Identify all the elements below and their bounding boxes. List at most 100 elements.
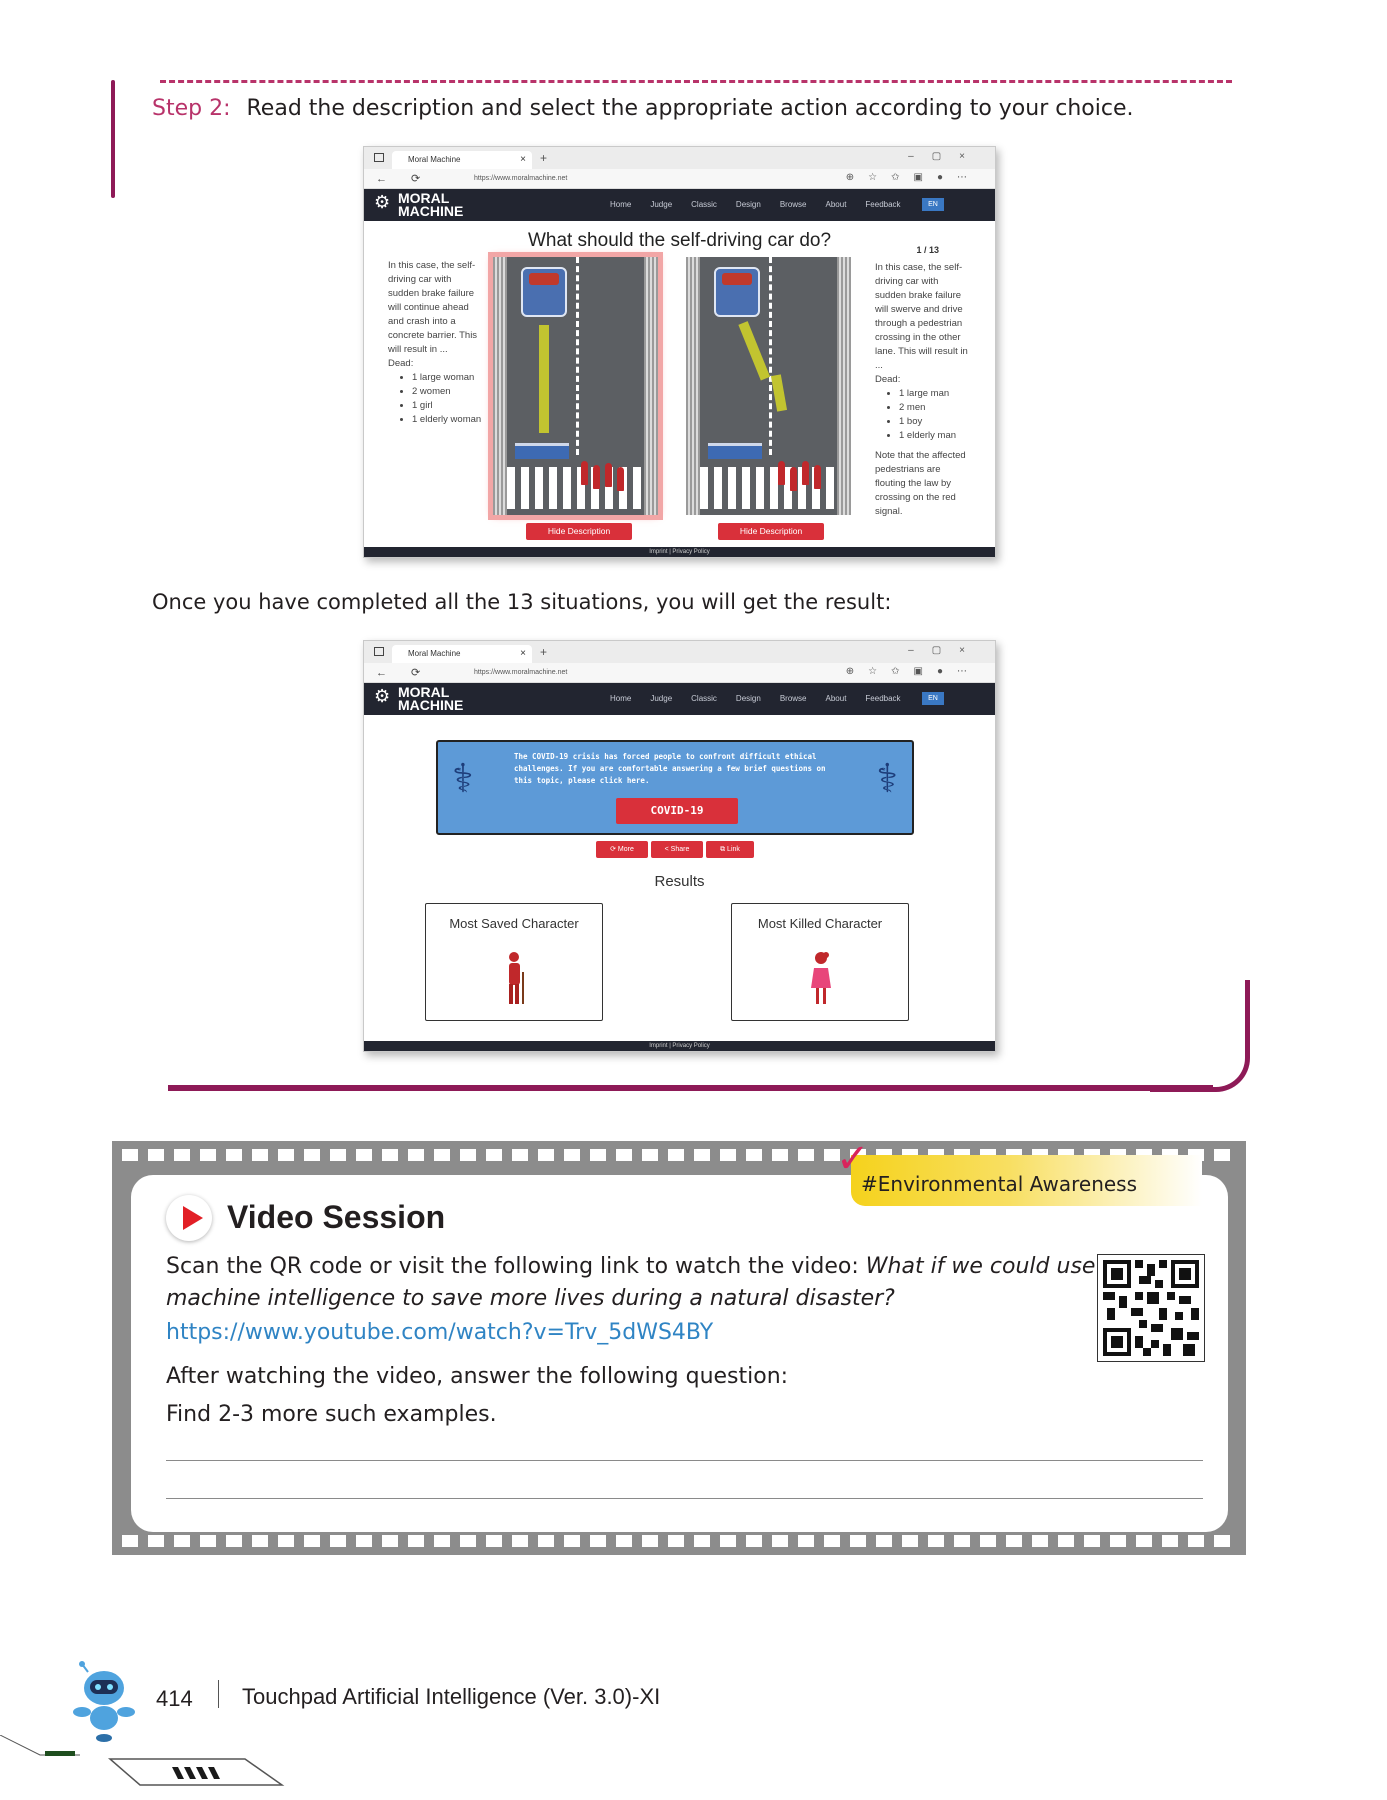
- moral-machine-logo[interactable]: ⚙ MORAL MACHINE: [374, 685, 464, 713]
- right-curved-border: [1150, 980, 1250, 1092]
- link-button[interactable]: ⧉ Link: [706, 841, 754, 858]
- tab-actions-icon[interactable]: [374, 647, 384, 656]
- self-driving-car: [714, 267, 760, 317]
- concrete-barrier: [515, 443, 569, 459]
- logo-line-2: MACHINE: [398, 203, 464, 219]
- url-field[interactable]: https://www.moralmachine.net: [474, 175, 567, 182]
- site-footer[interactable]: Imprint | Privacy Policy: [364, 547, 995, 557]
- left-dead-label: Dead:: [388, 358, 414, 369]
- tab-title: Moral Machine: [408, 155, 461, 164]
- footer-decoration: [0, 1735, 285, 1786]
- more-button[interactable]: ⟳ More: [596, 841, 648, 858]
- browser-tab[interactable]: Moral Machine ×: [392, 151, 532, 169]
- language-button[interactable]: EN: [922, 692, 944, 705]
- browser-tools-icon[interactable]: ⊕☆✩▣●⋯: [846, 172, 981, 183]
- site-footer[interactable]: Imprint | Privacy Policy: [364, 1041, 995, 1051]
- pedestrian-figure: [605, 463, 612, 487]
- scenario-option-left[interactable]: [488, 252, 663, 520]
- covid-banner: ⚕ ⚕ The COVID-19 crisis has forced peopl…: [436, 740, 914, 835]
- lane-divider: [768, 257, 772, 455]
- nav-about[interactable]: About: [826, 694, 847, 703]
- right-desc-text: In this case, the self-driving car with …: [875, 262, 968, 371]
- nav-classic[interactable]: Classic: [691, 694, 717, 703]
- new-tab-icon[interactable]: +: [540, 151, 547, 165]
- nav-feedback[interactable]: Feedback: [865, 694, 900, 703]
- guard-rail: [686, 257, 700, 515]
- window-controls-icon[interactable]: –▢×: [908, 151, 983, 162]
- close-tab-icon[interactable]: ×: [520, 154, 526, 165]
- nav-about[interactable]: About: [826, 200, 847, 209]
- list-item: 1 boy: [899, 415, 969, 429]
- address-bar: ←⟳ https://www.moralmachine.net ⊕☆✩▣●⋯: [364, 663, 995, 683]
- results-title: Results: [654, 873, 705, 890]
- browser-tab[interactable]: Moral Machine ×: [392, 645, 532, 663]
- covid-button[interactable]: COVID-19: [616, 798, 738, 824]
- video-title-line: machine intelligence to save more lives …: [166, 1286, 895, 1311]
- covid-text: The COVID-19 crisis has forced people to…: [514, 752, 826, 785]
- browser-tab-bar: Moral Machine × + –▢×: [364, 641, 995, 663]
- pedestrian-figure: [778, 461, 785, 485]
- bottom-accent-bar: [168, 1085, 1213, 1091]
- qr-code[interactable]: [1097, 1254, 1205, 1362]
- judge-screenshot: Moral Machine × + –▢× ←⟳ https://www.mor…: [363, 146, 996, 558]
- hide-description-button-left[interactable]: Hide Description: [526, 523, 632, 540]
- guard-rail: [493, 257, 507, 515]
- list-item: 2 women: [412, 385, 484, 399]
- step-text: Read the description and select the appr…: [246, 96, 1134, 121]
- left-desc-text: In this case, the self-driving car with …: [388, 260, 478, 355]
- list-item: 1 elderly man: [899, 429, 969, 443]
- nav-browse[interactable]: Browse: [780, 694, 807, 703]
- moral-machine-logo[interactable]: ⚙ MORAL MACHINE: [374, 191, 464, 219]
- browser-tools-icon[interactable]: ⊕☆✩▣●⋯: [846, 666, 981, 677]
- step-2-instruction: Step 2: Read the description and select t…: [152, 96, 1133, 121]
- new-tab-icon[interactable]: +: [540, 645, 547, 659]
- nav-design[interactable]: Design: [736, 200, 761, 209]
- back-refresh-icon[interactable]: ←⟳: [376, 666, 444, 679]
- url-field[interactable]: https://www.moralmachine.net: [474, 669, 567, 676]
- nav-browse[interactable]: Browse: [780, 200, 807, 209]
- back-refresh-icon[interactable]: ←⟳: [376, 172, 444, 185]
- question-text: Find 2-3 more such examples.: [166, 1402, 497, 1427]
- right-dead-list: 1 large man 2 men 1 boy 1 elderly man: [899, 387, 969, 443]
- concrete-barrier: [708, 443, 762, 459]
- close-tab-icon[interactable]: ×: [520, 648, 526, 659]
- nav-judge[interactable]: Judge: [650, 694, 672, 703]
- pedestrian-figure: [802, 461, 809, 485]
- tab-actions-icon[interactable]: [374, 153, 384, 162]
- nav-design[interactable]: Design: [736, 694, 761, 703]
- language-button[interactable]: EN: [922, 198, 944, 211]
- list-item: 1 large woman: [412, 371, 484, 385]
- share-label: Share: [670, 846, 690, 853]
- share-button[interactable]: < Share: [651, 841, 703, 858]
- transition-text: Once you have completed all the 13 situa…: [152, 590, 892, 614]
- nav-home[interactable]: Home: [610, 694, 631, 703]
- video-link[interactable]: https://www.youtube.com/watch?v=Trv_5dWS…: [166, 1320, 713, 1345]
- nav-feedback[interactable]: Feedback: [865, 200, 900, 209]
- qr-code-pattern: [1103, 1260, 1199, 1356]
- list-item: 1 girl: [412, 399, 484, 413]
- logo-line-2: MACHINE: [398, 697, 464, 713]
- nav-judge[interactable]: Judge: [650, 200, 672, 209]
- right-description: In this case, the self-driving car with …: [875, 261, 969, 519]
- pedestrian-figure: [814, 465, 821, 489]
- video-title-part-2: machine intelligence to save more lives …: [166, 1286, 895, 1311]
- answer-line: [166, 1498, 1203, 1499]
- list-item: 1 elderly woman: [412, 413, 484, 427]
- hide-description-button-right[interactable]: Hide Description: [718, 523, 824, 540]
- most-killed-label: Most Killed Character: [757, 916, 883, 931]
- gear-icon: ⚙: [374, 192, 391, 212]
- answer-line: [166, 1460, 1203, 1461]
- scenario-option-right[interactable]: [686, 257, 851, 515]
- play-icon: [166, 1195, 212, 1241]
- guard-rail: [644, 257, 658, 515]
- nav-home[interactable]: Home: [610, 200, 631, 209]
- site-nav-links: Home Judge Classic Design Browse About Feedbac…: [610, 200, 920, 209]
- results-screenshot: Moral Machine × + –▢× ←⟳ https://www.mor…: [363, 640, 996, 1052]
- right-dead-label: Dead:: [875, 374, 901, 385]
- topic-tag-text: #Environmental Awareness: [861, 1172, 1138, 1196]
- window-controls-icon[interactable]: –▢×: [908, 645, 983, 656]
- pedestrian-figure: [790, 467, 797, 491]
- dashed-top-border: [160, 80, 1232, 83]
- site-navbar: ⚙ MORAL MACHINE Home Judge Classic Design Br…: [364, 189, 995, 221]
- nav-classic[interactable]: Classic: [691, 200, 717, 209]
